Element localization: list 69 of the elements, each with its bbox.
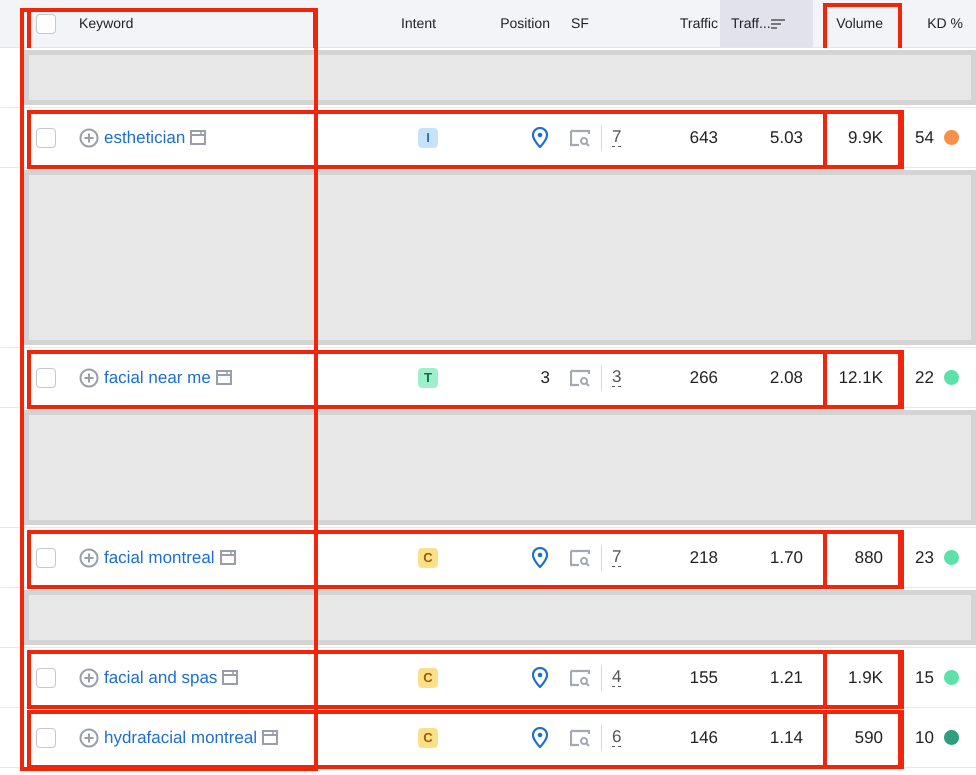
- volume-value: 880: [854, 546, 883, 569]
- serp-feature-count[interactable]: 6: [612, 728, 622, 747]
- location-pin-icon: [530, 127, 550, 148]
- serp-page-icon: [216, 370, 232, 385]
- plus-circle-icon: [79, 668, 99, 688]
- traffic-value: 643: [690, 126, 718, 149]
- traffic-share-value: 2.08: [770, 366, 803, 389]
- traffic-share-value: 1.14: [770, 726, 803, 749]
- column-header[interactable]: SF: [571, 13, 589, 34]
- traffic-share-value: 1.21: [770, 666, 803, 689]
- intent-badge: I: [418, 128, 438, 148]
- traffic-share-value: 5.03: [770, 126, 803, 149]
- serp-features-icon: [570, 368, 590, 387]
- serp-feature-count[interactable]: 7: [612, 128, 622, 147]
- location-pin-icon: [530, 547, 550, 568]
- serp-page-icon: [262, 730, 278, 745]
- kd-value: 15: [915, 666, 934, 689]
- kd-value: 54: [915, 126, 934, 149]
- kd-value: 22: [915, 366, 934, 389]
- row-checkbox[interactable]: [36, 668, 56, 688]
- intent-badge: T: [418, 368, 438, 388]
- location-pin-icon: [530, 667, 550, 688]
- column-header[interactable]: Intent: [400, 13, 436, 34]
- column-header[interactable]: Traffic: [680, 13, 718, 34]
- serp-features-icon: [570, 128, 590, 147]
- keyword-link[interactable]: facial montreal: [104, 544, 215, 570]
- plus-circle-icon: [79, 728, 99, 748]
- select-all-checkbox[interactable]: [36, 14, 56, 34]
- intent-badge: C: [418, 728, 438, 748]
- column-header[interactable]: KD %: [927, 13, 963, 34]
- column-header[interactable]: Position: [500, 13, 550, 34]
- keyword-link[interactable]: facial and spas: [104, 664, 218, 690]
- plus-circle-icon: [79, 368, 99, 388]
- row-checkbox[interactable]: [36, 368, 56, 388]
- volume-value: 1.9K: [848, 666, 883, 689]
- row-checkbox[interactable]: [36, 548, 56, 568]
- serp-feature-count[interactable]: 3: [612, 368, 622, 387]
- kd-value: 10: [915, 726, 934, 749]
- serp-features-icon: [570, 548, 590, 567]
- serp-features-icon: [570, 728, 590, 747]
- serp-features-icon: [570, 668, 590, 687]
- plus-circle-icon: [79, 548, 99, 568]
- volume-value: 9.9K: [848, 126, 883, 149]
- traffic-value: 218: [690, 546, 718, 569]
- traffic-share-value: 1.70: [770, 546, 803, 569]
- plus-circle-icon: [79, 128, 99, 148]
- row-checkbox[interactable]: [36, 128, 56, 148]
- intent-badge: C: [418, 548, 438, 568]
- traffic-value: 146: [690, 726, 718, 749]
- column-header[interactable]: Traff...: [731, 13, 771, 34]
- serp-page-icon: [220, 550, 236, 565]
- traffic-value: 266: [690, 366, 718, 389]
- keyword-link[interactable]: esthetician: [104, 124, 186, 150]
- volume-value: 590: [854, 726, 883, 749]
- location-pin-icon: [530, 727, 550, 748]
- keyword-link[interactable]: hydrafacial montreal: [104, 724, 258, 750]
- serp-feature-count[interactable]: 7: [612, 548, 622, 567]
- traffic-value: 155: [690, 666, 718, 689]
- serp-page-icon: [190, 130, 206, 145]
- serp-page-icon: [222, 670, 238, 685]
- position-value: 3: [540, 366, 550, 389]
- volume-value: 12.1K: [838, 366, 883, 389]
- column-header[interactable]: Volume: [836, 13, 883, 34]
- keyword-link[interactable]: facial near me: [104, 364, 211, 390]
- intent-badge: C: [418, 668, 438, 688]
- serp-feature-count[interactable]: 4: [612, 668, 622, 687]
- column-header[interactable]: Keyword: [79, 13, 134, 34]
- row-checkbox[interactable]: [36, 728, 56, 748]
- kd-value: 23: [915, 546, 934, 569]
